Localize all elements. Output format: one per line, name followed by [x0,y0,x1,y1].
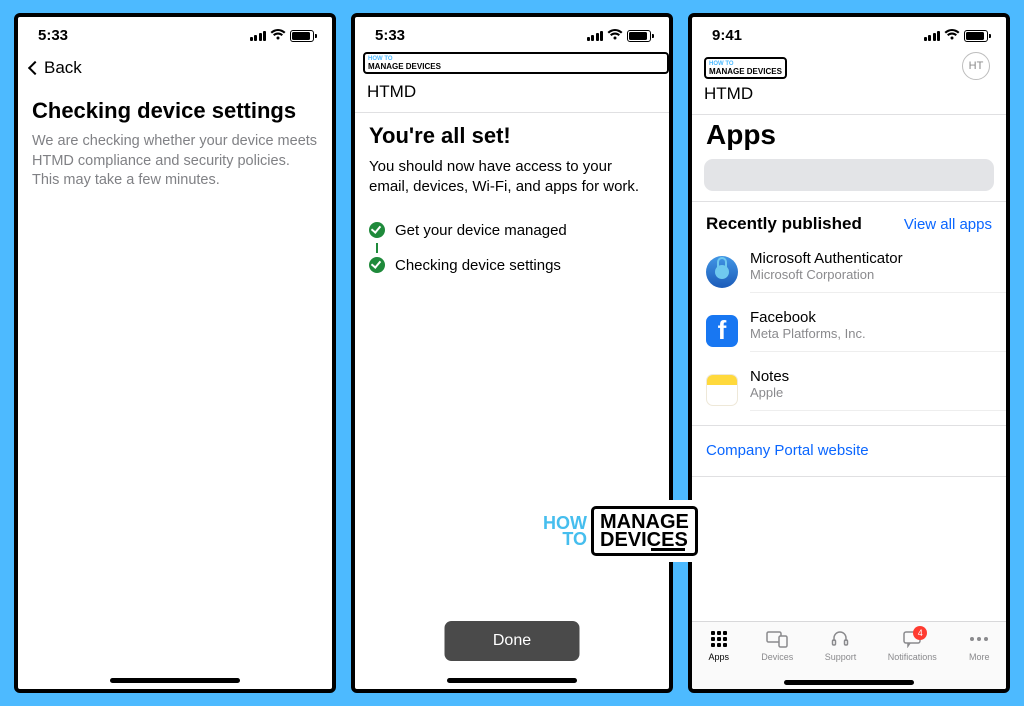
phone-screen-2: 5:33 HOW TO MANAGE DEVICES HTMD You're a… [351,13,673,693]
app-name: Facebook [750,309,1006,326]
app-publisher: Microsoft Corporation [750,267,1006,282]
page-headline: You're all set! [355,113,669,151]
back-button[interactable]: Back [18,48,332,88]
apps-title: Apps [692,115,1006,159]
more-icon [968,628,990,650]
org-title: HTMD [355,74,669,112]
home-indicator[interactable] [447,678,577,683]
wm-devices: DEVICES [600,531,689,549]
wifi-icon [607,28,623,44]
status-icons [587,28,652,44]
signal-icon [587,31,604,41]
view-all-link[interactable]: View all apps [904,216,992,233]
step-item: Checking device settings [369,257,655,274]
wifi-icon [944,28,960,44]
app-name: Microsoft Authenticator [750,250,1006,267]
tab-notifications[interactable]: 4 Notifications [888,628,937,662]
status-bar: 9:41 [692,17,1006,48]
status-bar: 5:33 [18,17,332,48]
facebook-icon: f [706,315,738,347]
page-subtext: We are checking whether your device meet… [18,126,332,191]
steps-list: Get your device managed Checking device … [355,198,669,298]
wifi-icon [270,28,286,44]
check-circle-icon [369,222,385,238]
tab-bar: Apps Devices Support 4 Notifications [692,621,1006,689]
chevron-left-icon [28,61,42,75]
tab-label: Support [825,652,857,662]
tab-label: Notifications [888,652,937,662]
app-header: HOW TO MANAGE DEVICES HT [692,48,1006,82]
check-circle-icon [369,257,385,273]
support-icon [829,628,851,650]
status-icons [250,28,315,44]
tab-label: Apps [708,652,729,662]
company-portal-link: Company Portal website [706,442,869,459]
home-indicator[interactable] [110,678,240,683]
htmd-logo: HOW TO MANAGE DEVICES [363,52,669,74]
app-item-authenticator[interactable]: Microsoft Authenticator Microsoft Corpor… [692,242,1006,301]
battery-icon [627,30,651,42]
app-publisher: Meta Platforms, Inc. [750,326,1006,341]
step-item: Get your device managed [369,222,655,239]
section-header: Recently published View all apps [692,202,1006,242]
watermark-logo: HOW TO MANAGE DEVICES [535,500,704,562]
authenticator-icon [706,256,738,288]
battery-icon [290,30,314,42]
status-bar: 5:33 [355,17,669,48]
notification-badge: 4 [913,626,927,640]
search-input[interactable] [704,159,994,191]
tab-label: More [969,652,990,662]
section-title: Recently published [706,214,862,234]
divider [692,476,1006,477]
portal-link-row[interactable]: Company Portal website [692,426,1006,476]
tab-more[interactable]: More [968,628,990,662]
avatar[interactable]: HT [962,52,990,80]
devices-icon [766,628,788,650]
phone-screen-3: 9:41 HOW TO MANAGE DEVICES HT HTMD Apps … [688,13,1010,693]
battery-icon [964,30,988,42]
tab-label: Devices [761,652,793,662]
app-item-facebook[interactable]: f Facebook Meta Platforms, Inc. [692,301,1006,360]
search-wrap [692,159,1006,201]
status-time: 5:33 [38,27,68,44]
back-label: Back [44,58,82,78]
home-indicator[interactable] [784,680,914,685]
step-label: Get your device managed [395,222,567,239]
step-label: Checking device settings [395,257,561,274]
app-name: Notes [750,368,1006,385]
page-subtext: You should now have access to your email… [355,151,669,198]
logo-md: MANAGE DEVICES [368,62,441,71]
done-button[interactable]: Done [445,621,580,661]
status-icons [924,28,989,44]
notifications-icon: 4 [901,628,923,650]
tab-support[interactable]: Support [825,628,857,662]
step-connector [376,243,378,253]
signal-icon [924,31,941,41]
status-time: 9:41 [712,27,742,44]
signal-icon [250,31,267,41]
page-headline: Checking device settings [18,88,332,126]
htmd-logo: HOW TO MANAGE DEVICES [704,57,787,79]
tab-devices[interactable]: Devices [761,628,793,662]
org-title: HTMD [692,82,1006,114]
app-item-notes[interactable]: Notes Apple [692,360,1006,419]
logo-md: MANAGE DEVICES [709,67,782,76]
app-publisher: Apple [750,385,1006,400]
apps-icon [708,628,730,650]
tab-apps[interactable]: Apps [708,628,730,662]
notes-icon [706,374,738,406]
status-time: 5:33 [375,27,405,44]
phone-screen-1: 5:33 Back Checking device settings We ar… [14,13,336,693]
wm-to: TO [543,531,587,547]
